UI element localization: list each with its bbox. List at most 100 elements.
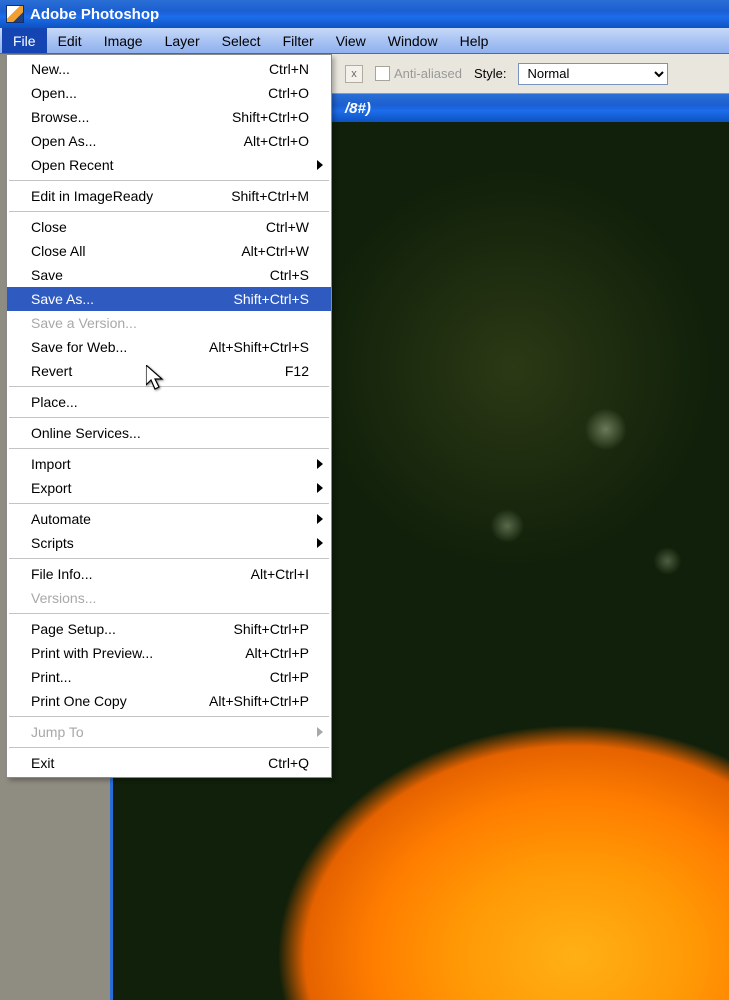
menuitem-save[interactable]: SaveCtrl+S — [7, 263, 331, 287]
menuitem-label: Place... — [31, 394, 309, 410]
submenu-arrow-icon — [317, 727, 323, 737]
menu-separator — [9, 180, 329, 181]
submenu-arrow-icon — [317, 459, 323, 469]
menuitem-shortcut: Alt+Shift+Ctrl+P — [209, 693, 309, 709]
menuitem-label: Print... — [31, 669, 270, 685]
menuitem-versions: Versions... — [7, 586, 331, 610]
menuitem-shortcut: Alt+Ctrl+I — [251, 566, 309, 582]
menu-separator — [9, 417, 329, 418]
menuitem-close-all[interactable]: Close AllAlt+Ctrl+W — [7, 239, 331, 263]
style-label: Style: — [474, 66, 507, 81]
menuitem-export[interactable]: Export — [7, 476, 331, 500]
menuitem-shortcut: Shift+Ctrl+M — [231, 188, 309, 204]
menuitem-label: Export — [31, 480, 309, 496]
menuitem-label: Open As... — [31, 133, 244, 149]
menuitem-print-one-copy[interactable]: Print One CopyAlt+Shift+Ctrl+P — [7, 689, 331, 713]
submenu-arrow-icon — [317, 514, 323, 524]
menuitem-label: New... — [31, 61, 269, 77]
menu-separator — [9, 613, 329, 614]
menuitem-save-for-web[interactable]: Save for Web...Alt+Shift+Ctrl+S — [7, 335, 331, 359]
menuitem-online-services[interactable]: Online Services... — [7, 421, 331, 445]
menuitem-open-recent[interactable]: Open Recent — [7, 153, 331, 177]
menuitem-import[interactable]: Import — [7, 452, 331, 476]
menuitem-shortcut: Ctrl+P — [270, 669, 309, 685]
menuitem-page-setup[interactable]: Page Setup...Shift+Ctrl+P — [7, 617, 331, 641]
menu-separator — [9, 448, 329, 449]
menuitem-file-info[interactable]: File Info...Alt+Ctrl+I — [7, 562, 331, 586]
menuitem-label: Open Recent — [31, 157, 309, 173]
menuitem-shortcut: Shift+Ctrl+O — [232, 109, 309, 125]
app-title: Adobe Photoshop — [30, 6, 159, 23]
menuitem-scripts[interactable]: Scripts — [7, 531, 331, 555]
menuitem-label: Jump To — [31, 724, 309, 740]
menuitem-label: Revert — [31, 363, 285, 379]
style-select[interactable]: Normal — [518, 63, 668, 85]
submenu-arrow-icon — [317, 483, 323, 493]
menuitem-shortcut: Shift+Ctrl+S — [234, 291, 309, 307]
document-title-fragment: /8#) — [345, 100, 371, 117]
menuitem-label: Print with Preview... — [31, 645, 245, 661]
menuitem-shortcut: Shift+Ctrl+P — [234, 621, 309, 637]
menuitem-open-as[interactable]: Open As...Alt+Ctrl+O — [7, 129, 331, 153]
file-menu-dropdown: New...Ctrl+NOpen...Ctrl+OBrowse...Shift+… — [6, 54, 332, 778]
menu-help[interactable]: Help — [449, 28, 500, 53]
menu-edit[interactable]: Edit — [47, 28, 93, 53]
submenu-arrow-icon — [317, 538, 323, 548]
menuitem-label: Close — [31, 219, 266, 235]
menuitem-label: Scripts — [31, 535, 309, 551]
menuitem-shortcut: Ctrl+N — [269, 61, 309, 77]
menu-filter[interactable]: Filter — [272, 28, 325, 53]
intersect-icon[interactable]: x — [345, 65, 363, 83]
menuitem-browse[interactable]: Browse...Shift+Ctrl+O — [7, 105, 331, 129]
menuitem-exit[interactable]: ExitCtrl+Q — [7, 751, 331, 775]
menuitem-shortcut: Alt+Ctrl+O — [244, 133, 309, 149]
menu-image[interactable]: Image — [93, 28, 154, 53]
menuitem-shortcut: Alt+Ctrl+P — [245, 645, 309, 661]
menuitem-revert[interactable]: RevertF12 — [7, 359, 331, 383]
app-icon — [6, 5, 24, 23]
menuitem-label: Versions... — [31, 590, 309, 606]
menu-separator — [9, 747, 329, 748]
menuitem-label: Edit in ImageReady — [31, 188, 231, 204]
submenu-arrow-icon — [317, 160, 323, 170]
menu-view[interactable]: View — [325, 28, 377, 53]
menuitem-shortcut: F12 — [285, 363, 309, 379]
menuitem-open[interactable]: Open...Ctrl+O — [7, 81, 331, 105]
menuitem-label: Page Setup... — [31, 621, 234, 637]
menuitem-edit-in-imageready[interactable]: Edit in ImageReadyShift+Ctrl+M — [7, 184, 331, 208]
menuitem-shortcut: Alt+Ctrl+W — [241, 243, 309, 259]
menuitem-label: Automate — [31, 511, 309, 527]
menuitem-label: Online Services... — [31, 425, 309, 441]
menuitem-shortcut: Ctrl+O — [268, 85, 309, 101]
menuitem-print[interactable]: Print...Ctrl+P — [7, 665, 331, 689]
menuitem-save-as[interactable]: Save As...Shift+Ctrl+S — [7, 287, 331, 311]
menuitem-label: Save a Version... — [31, 315, 309, 331]
menuitem-shortcut: Ctrl+S — [270, 267, 309, 283]
menuitem-close[interactable]: CloseCtrl+W — [7, 215, 331, 239]
menuitem-label: Exit — [31, 755, 268, 771]
menu-separator — [9, 211, 329, 212]
menuitem-label: Close All — [31, 243, 241, 259]
menuitem-place[interactable]: Place... — [7, 390, 331, 414]
menuitem-label: Import — [31, 456, 309, 472]
menuitem-print-with-preview[interactable]: Print with Preview...Alt+Ctrl+P — [7, 641, 331, 665]
menu-separator — [9, 716, 329, 717]
menu-separator — [9, 386, 329, 387]
menuitem-label: Browse... — [31, 109, 232, 125]
antialiased-toggle[interactable]: Anti-aliased — [375, 66, 462, 81]
menu-separator — [9, 503, 329, 504]
menuitem-automate[interactable]: Automate — [7, 507, 331, 531]
antialiased-label: Anti-aliased — [394, 66, 462, 81]
menuitem-shortcut: Ctrl+Q — [268, 755, 309, 771]
menu-select[interactable]: Select — [211, 28, 272, 53]
titlebar: Adobe Photoshop — [0, 0, 729, 28]
menuitem-label: Open... — [31, 85, 268, 101]
menuitem-label: Save As... — [31, 291, 234, 307]
menu-layer[interactable]: Layer — [154, 28, 211, 53]
menuitem-shortcut: Alt+Shift+Ctrl+S — [209, 339, 309, 355]
menu-file[interactable]: File — [2, 28, 47, 53]
menu-window[interactable]: Window — [377, 28, 449, 53]
menuitem-label: File Info... — [31, 566, 251, 582]
menu-separator — [9, 558, 329, 559]
menuitem-new[interactable]: New...Ctrl+N — [7, 57, 331, 81]
